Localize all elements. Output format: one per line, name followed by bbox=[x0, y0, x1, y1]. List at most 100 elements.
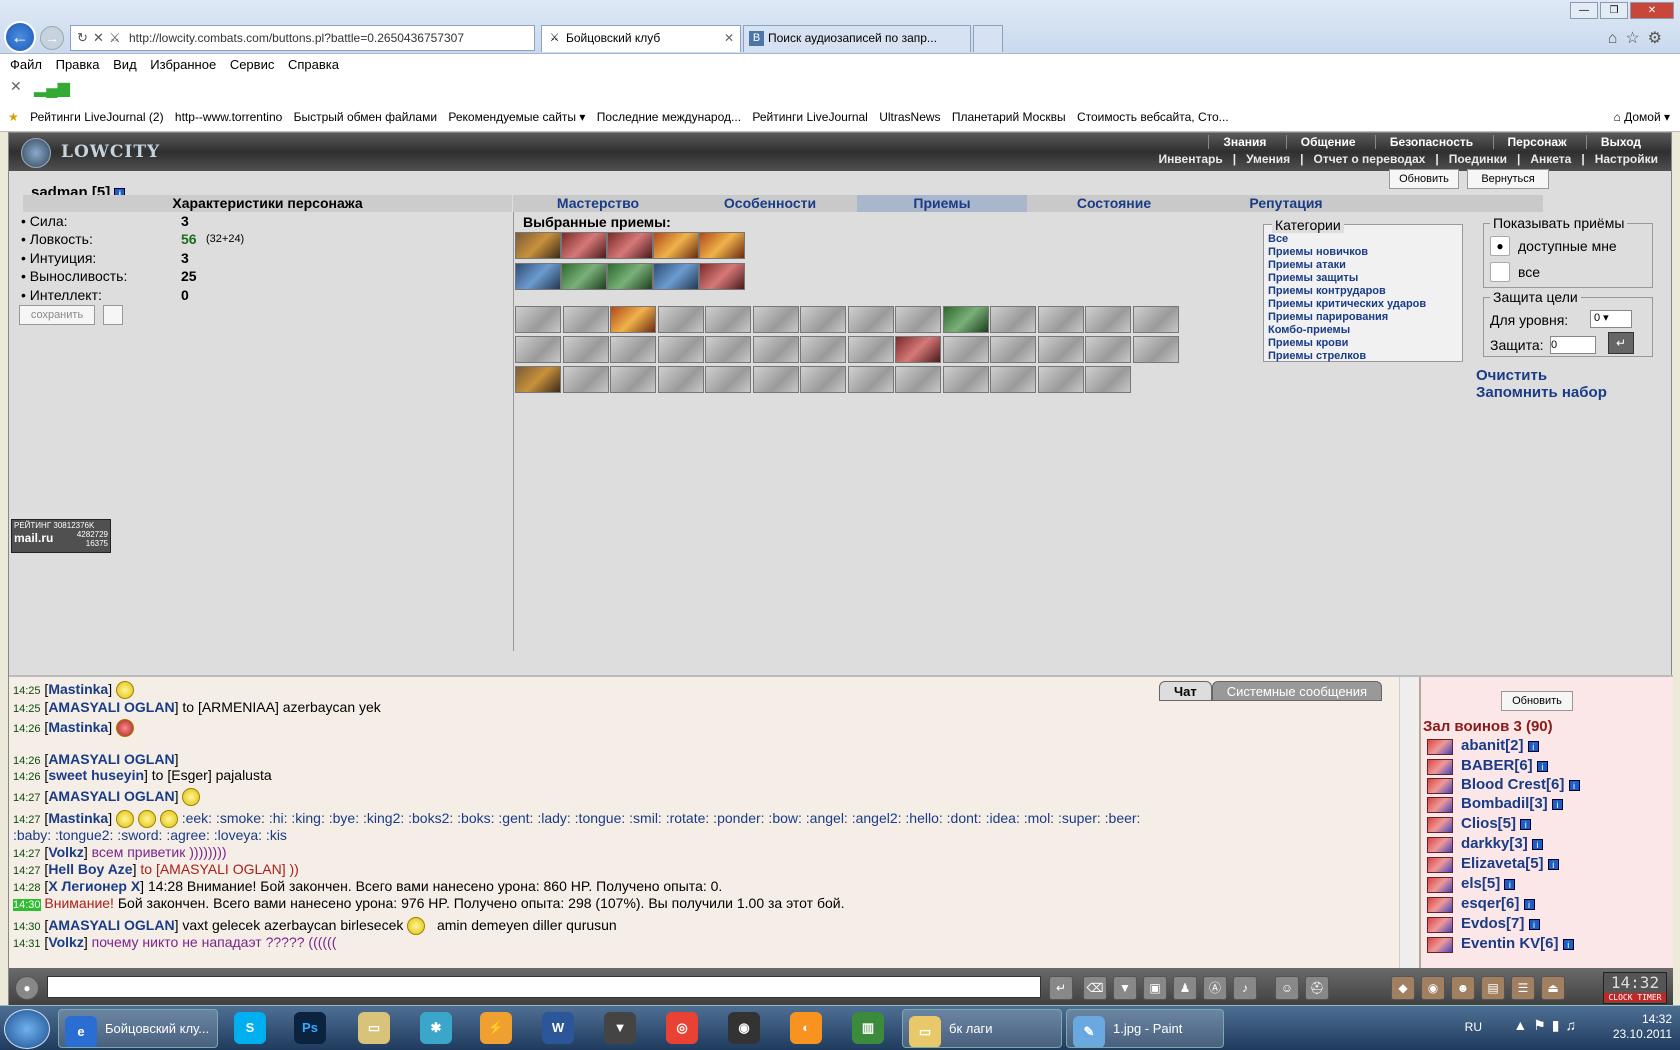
tray-date[interactable]: 23.10.2011 bbox=[1613, 1027, 1672, 1042]
refresh-button[interactable]: Обновить bbox=[1389, 169, 1459, 189]
technique-slot[interactable] bbox=[657, 366, 704, 393]
user-name[interactable]: Evdos[7] bbox=[1461, 915, 1524, 932]
fight-icon[interactable] bbox=[1427, 937, 1453, 953]
level-select[interactable]: 0 ▾ bbox=[1590, 310, 1632, 328]
technique-slot[interactable] bbox=[990, 306, 1036, 333]
tanks-icon[interactable]: ▼ bbox=[604, 1012, 636, 1044]
chrome-icon[interactable]: ◎ bbox=[666, 1012, 698, 1044]
skype-icon[interactable]: S bbox=[234, 1012, 266, 1044]
nav-communication[interactable]: Общение bbox=[1285, 135, 1370, 149]
people-icon[interactable]: ☻ bbox=[1451, 976, 1475, 1000]
defense-input[interactable] bbox=[1550, 336, 1596, 354]
user-name[interactable]: esqer[6] bbox=[1461, 895, 1519, 912]
back-button[interactable]: Вернуться bbox=[1467, 169, 1549, 189]
technique-slot[interactable] bbox=[990, 366, 1036, 393]
user-row[interactable]: els[5] i bbox=[1427, 875, 1516, 893]
technique-slot[interactable] bbox=[942, 336, 989, 363]
fight-icon[interactable] bbox=[1427, 837, 1453, 853]
technique-slot[interactable] bbox=[515, 336, 561, 363]
user-name[interactable]: Clios[5] bbox=[1461, 815, 1516, 832]
menu-file[interactable]: Файл bbox=[0, 54, 42, 72]
selected-technique-slot[interactable] bbox=[515, 232, 561, 259]
fav-item[interactable]: Стоимость вебсайта, Сто... bbox=[1069, 106, 1229, 124]
address-bar[interactable]: ↻ ✕ ⚔ http://lowcity.combats.com/buttons… bbox=[70, 25, 535, 51]
nick[interactable]: X Легионер X bbox=[48, 878, 140, 894]
fav-item[interactable]: Планетарий Москвы bbox=[944, 106, 1066, 124]
category-blood[interactable]: Приемы крови bbox=[1268, 337, 1348, 349]
category-shooter[interactable]: Приемы стрелков bbox=[1268, 350, 1366, 362]
nick[interactable]: AMASYALI OGLAN bbox=[48, 788, 174, 804]
technique-slot[interactable] bbox=[847, 366, 894, 393]
home-icon[interactable]: ⌂ bbox=[1608, 30, 1626, 47]
save-stats-button[interactable]: сохранить bbox=[19, 305, 95, 325]
eraser-icon[interactable]: ⌫ bbox=[1083, 976, 1107, 1000]
tray-icons[interactable]: ▲⚑▮♫ bbox=[1513, 1018, 1582, 1033]
fav-item[interactable]: Рейтинги LiveJournal bbox=[744, 106, 867, 124]
nav-knowledge[interactable]: Знания bbox=[1208, 135, 1281, 149]
menu-favorites[interactable]: Избранное bbox=[140, 54, 216, 72]
nav-exit[interactable]: Выход bbox=[1585, 135, 1655, 149]
save-set-link[interactable]: Запомнить набор bbox=[1476, 384, 1607, 401]
radio-available[interactable]: ● bbox=[1490, 236, 1510, 256]
technique-slot[interactable] bbox=[942, 306, 989, 333]
menu-view[interactable]: Вид bbox=[103, 54, 137, 72]
category-counter[interactable]: Приемы контрударов bbox=[1268, 285, 1386, 297]
user-name[interactable]: Bombadil[3] bbox=[1461, 795, 1548, 812]
winamp-icon[interactable]: ⚡ bbox=[480, 1012, 512, 1044]
info-icon[interactable]: i bbox=[1523, 898, 1535, 910]
fight-icon[interactable] bbox=[1427, 857, 1453, 873]
fav-item[interactable]: Быстрый обмен файлами bbox=[286, 106, 437, 124]
exit-icon[interactable]: ⏏ bbox=[1541, 976, 1565, 1000]
mailru-counter[interactable]: РЕЙТИНГ 30812376K mail.ru 4282729 16375 bbox=[11, 519, 111, 553]
technique-slot[interactable] bbox=[1085, 336, 1131, 363]
technique-slot[interactable] bbox=[800, 336, 846, 363]
word-icon[interactable]: W bbox=[542, 1012, 574, 1044]
info-icon[interactable]: i bbox=[1504, 878, 1516, 890]
fav-item[interactable]: http--www.torrentino bbox=[167, 106, 282, 124]
technique-slot[interactable] bbox=[657, 306, 704, 333]
user-name[interactable]: els[5] bbox=[1461, 875, 1500, 892]
user-row[interactable]: Eventin KV[6] i bbox=[1427, 935, 1574, 953]
technique-slot[interactable] bbox=[1037, 336, 1084, 363]
technique-slot[interactable] bbox=[752, 336, 799, 363]
tab-combats[interactable]: ⚔ Бойцовский клуб ✕ bbox=[541, 25, 741, 52]
taskbar-folder[interactable]: ▭ бк лаги bbox=[902, 1009, 1062, 1048]
sound-icon[interactable]: ♪ bbox=[1233, 976, 1257, 1000]
nick[interactable]: Volkz bbox=[48, 934, 84, 950]
technique-slot[interactable] bbox=[895, 366, 941, 393]
technique-slot[interactable] bbox=[990, 336, 1036, 363]
user-row[interactable]: darkky[3] i bbox=[1427, 835, 1543, 853]
user-name[interactable]: BABER[6] bbox=[1461, 757, 1533, 774]
group-icon[interactable]: ☰ bbox=[1511, 976, 1535, 1000]
info-icon[interactable]: i bbox=[1536, 760, 1548, 772]
category-newbie[interactable]: Приемы новичков bbox=[1268, 246, 1368, 258]
user-row[interactable]: abanit[2] i bbox=[1427, 737, 1539, 755]
user-name[interactable]: Eventin KV[6] bbox=[1461, 935, 1559, 952]
tab-system-messages[interactable]: Системные сообщения bbox=[1211, 681, 1383, 701]
back-icon[interactable]: ← bbox=[4, 21, 36, 53]
nick[interactable]: Volkz bbox=[48, 844, 84, 860]
menu-edit[interactable]: Правка bbox=[46, 54, 100, 72]
helmet-icon[interactable]: ⛑ bbox=[1305, 976, 1329, 1000]
smiley-icon[interactable]: ☺ bbox=[1275, 976, 1299, 1000]
fight-icon[interactable] bbox=[1427, 739, 1453, 755]
translit-icon[interactable]: Ⓐ bbox=[1203, 976, 1227, 1000]
technique-slot[interactable] bbox=[752, 366, 799, 393]
nick[interactable]: Mastinka bbox=[48, 719, 108, 735]
fight-icon[interactable] bbox=[1427, 897, 1453, 913]
utility-icon[interactable]: ▥ bbox=[852, 1012, 884, 1044]
fight-icon[interactable] bbox=[1427, 797, 1453, 813]
nick[interactable]: Mastinka bbox=[48, 681, 108, 697]
language-indicator[interactable]: RU bbox=[1465, 1020, 1482, 1035]
bag-icon[interactable]: ◆ bbox=[1391, 976, 1415, 1000]
technique-slot[interactable] bbox=[800, 306, 846, 333]
chat-mode-icon[interactable]: ● bbox=[15, 976, 39, 1000]
selected-technique-slot[interactable] bbox=[699, 232, 745, 259]
stop-icon[interactable]: ✕ bbox=[93, 26, 104, 50]
user-row[interactable]: BABER[6] i bbox=[1427, 757, 1548, 775]
category-combo[interactable]: Комбо-приемы bbox=[1268, 324, 1350, 336]
photoshop-icon[interactable]: Ps bbox=[294, 1012, 326, 1044]
user-row[interactable]: Bombadil[3] i bbox=[1427, 795, 1563, 813]
star-icon[interactable]: ☆ bbox=[1625, 30, 1647, 47]
nav-settings[interactable]: Настройки bbox=[1590, 152, 1663, 166]
